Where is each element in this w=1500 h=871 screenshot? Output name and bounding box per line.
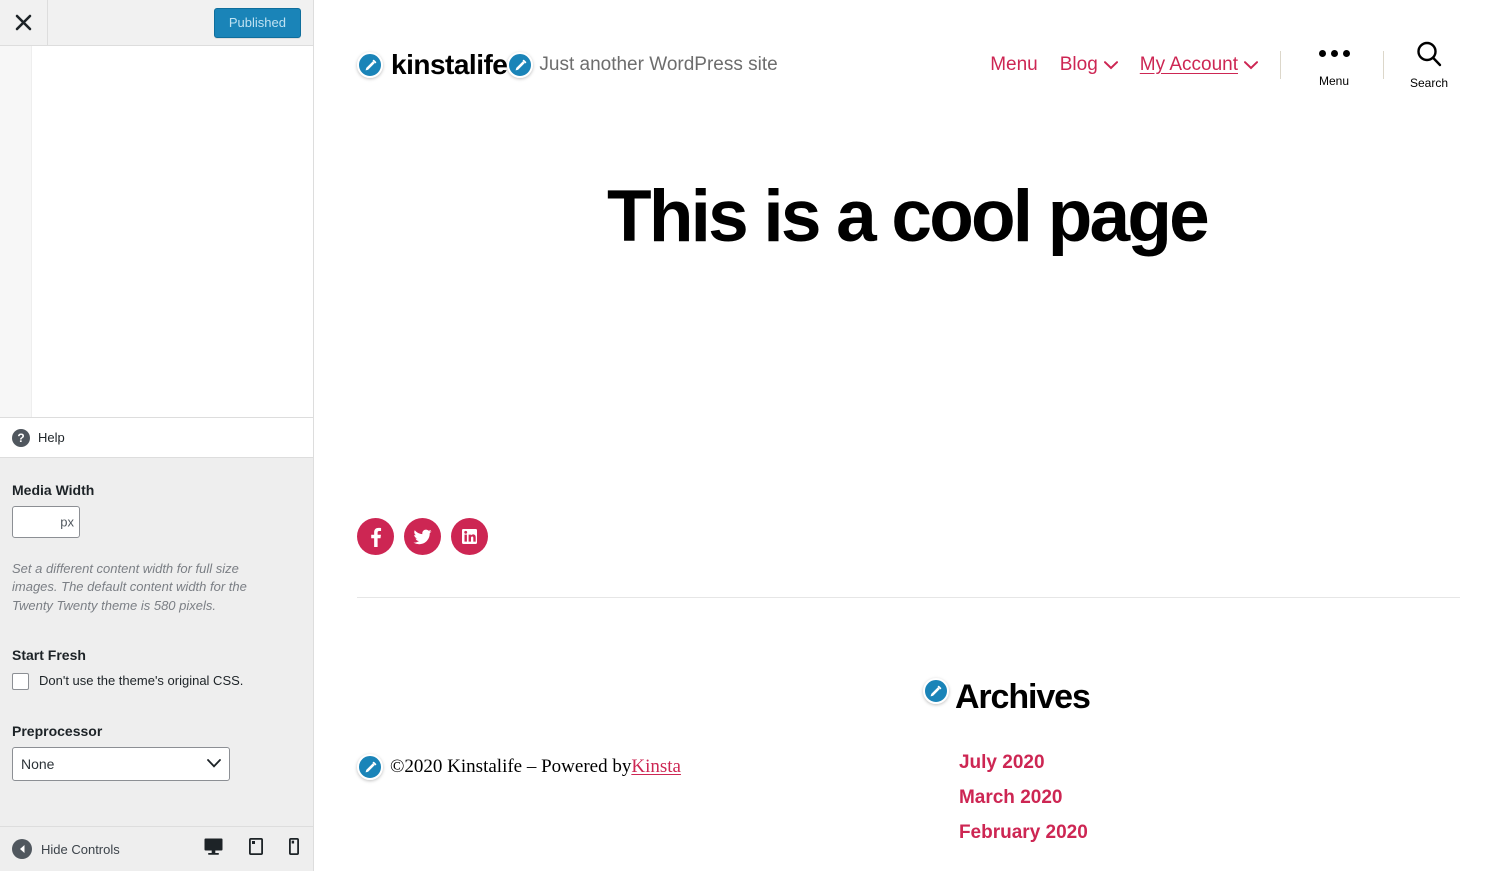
tablet-preview-icon[interactable] <box>248 837 263 860</box>
archives-widget: Archives July 2020 March 2020 February 2… <box>922 678 1091 856</box>
media-width-input-wrap: px <box>12 506 80 538</box>
publish-area: Published <box>213 0 313 45</box>
list-item[interactable]: July 2020 <box>959 752 1090 775</box>
primary-menu: Menu Blog My Account <box>990 54 1258 76</box>
facebook-icon[interactable] <box>357 518 394 555</box>
archives-widget-header: Archives <box>922 678 1091 716</box>
question-mark-icon: ? <box>12 428 30 447</box>
start-fresh-control: Start Fresh Don't use the theme's origin… <box>12 647 301 691</box>
archives-list: July 2020 March 2020 February 2020 <box>959 752 1090 844</box>
edit-pencil-icon-archives-widget[interactable] <box>922 678 949 704</box>
edit-pencil-icon-site-title[interactable] <box>357 52 383 78</box>
site-title[interactable]: kinstalife <box>391 49 508 81</box>
preprocessor-title: Preprocessor <box>12 722 103 739</box>
edit-pencil-icon-footer-credit[interactable] <box>357 754 383 781</box>
edit-pencil-icon-site-description[interactable] <box>507 52 534 78</box>
footer-credit: ©2020 Kinstalife – Powered by Kinsta <box>357 678 681 856</box>
linkedin-icon[interactable] <box>451 518 488 555</box>
page-title: This is a cool page <box>607 176 1210 257</box>
site-preview: kinstalife Just another WordPress site M… <box>314 0 1500 871</box>
header-divider <box>1280 51 1281 79</box>
hide-controls-label: Hide Controls <box>41 841 120 857</box>
customizer-header: Published <box>0 0 313 46</box>
desktop-preview-icon[interactable] <box>204 838 223 860</box>
preprocessor-select[interactable]: None <box>12 746 230 781</box>
media-width-input[interactable] <box>12 506 80 538</box>
chevron-left-icon <box>12 839 32 859</box>
device-preview-group <box>204 837 299 860</box>
customizer-screen: Published ? Help Media Width px Set a di… <box>0 0 1500 871</box>
media-width-description: Set a different content width for full s… <box>12 561 247 613</box>
site-footer: ©2020 Kinstalife – Powered by Kinsta Arc… <box>314 598 1500 856</box>
nav-item-blog[interactable]: Blog <box>1060 54 1118 76</box>
site-description: Just another WordPress site <box>539 54 778 75</box>
customizer-sidebar: Published ? Help Media Width px Set a di… <box>0 0 314 871</box>
start-fresh-title: Start Fresh <box>12 647 86 664</box>
help-row[interactable]: ? Help <box>0 418 313 458</box>
css-editor-panel <box>0 46 313 418</box>
nav-item-menu-label: Menu <box>990 54 1038 75</box>
site-branding: kinstalife Just another WordPress site <box>357 49 778 81</box>
close-icon[interactable] <box>0 0 48 45</box>
start-fresh-row[interactable]: Don't use the theme's original CSS. <box>12 672 301 691</box>
search-icon <box>1414 41 1444 67</box>
list-item[interactable]: February 2020 <box>959 822 1090 845</box>
ellipsis-icon <box>1318 43 1350 65</box>
chevron-down-icon <box>1103 54 1118 76</box>
footer-credit-text: ©2020 Kinstalife – Powered by <box>390 756 632 778</box>
hide-controls-button[interactable]: Hide Controls <box>12 839 120 859</box>
nav-item-my-account-label: My Account <box>1139 54 1238 75</box>
preprocessor-control: Preprocessor None <box>12 723 301 781</box>
customizer-footer: Hide Controls <box>0 826 313 871</box>
publish-button[interactable]: Published <box>213 7 301 38</box>
search-toggle-label: Search <box>1409 75 1449 90</box>
site-header: kinstalife Just another WordPress site M… <box>314 0 1500 100</box>
list-item[interactable]: March 2020 <box>959 787 1090 810</box>
media-width-control: Media Width px Set a different content w… <box>12 482 301 615</box>
chevron-down-icon <box>1244 54 1258 76</box>
header-spacer <box>48 0 214 45</box>
nav-item-menu[interactable]: Menu <box>990 54 1038 76</box>
social-links <box>357 518 1500 555</box>
menu-toggle-label: Menu <box>1318 73 1350 88</box>
editor-gutter <box>0 46 32 417</box>
archives-widget-title: Archives <box>954 678 1091 716</box>
header-navigation: Menu Blog My Account Menu Search <box>990 41 1460 90</box>
additional-css-input[interactable] <box>32 46 313 417</box>
nav-item-my-account[interactable]: My Account <box>1140 54 1258 76</box>
mobile-preview-icon[interactable] <box>288 837 299 860</box>
header-divider-2 <box>1383 51 1384 79</box>
nav-item-blog-label: Blog <box>1059 54 1098 75</box>
help-label: Help <box>38 430 65 445</box>
menu-toggle-button[interactable]: Menu <box>1303 43 1365 88</box>
start-fresh-checkbox[interactable] <box>12 673 29 691</box>
preprocessor-select-wrap: None <box>12 746 230 781</box>
media-width-title: Media Width <box>12 482 95 498</box>
search-toggle-button[interactable]: Search <box>1398 41 1460 90</box>
footer-credit-link[interactable]: Kinsta <box>631 756 681 778</box>
customizer-controls: Media Width px Set a different content w… <box>0 458 313 826</box>
twitter-icon[interactable] <box>404 518 441 555</box>
start-fresh-label: Don't use the theme's original CSS. <box>39 673 244 689</box>
